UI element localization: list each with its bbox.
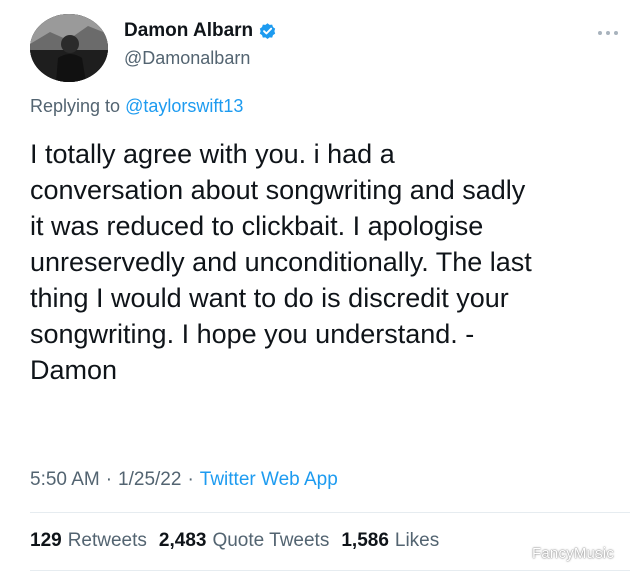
divider bbox=[30, 570, 630, 571]
replying-prefix: Replying to bbox=[30, 96, 121, 116]
quote-tweets-count: 2,483 bbox=[158, 530, 207, 551]
likes-label: Likes bbox=[394, 530, 440, 551]
author-name-row: Damon Albarn bbox=[124, 18, 277, 44]
quote-tweets-label: Quote Tweets bbox=[212, 530, 330, 551]
verified-badge-icon bbox=[258, 22, 277, 41]
more-options-icon[interactable] bbox=[596, 28, 620, 38]
retweets-count: 129 bbox=[30, 530, 62, 551]
likes-count: 1,586 bbox=[341, 530, 389, 551]
avatar[interactable] bbox=[30, 14, 108, 82]
replying-to-line: Replying to @taylorswift13 bbox=[30, 96, 243, 117]
retweets-stat[interactable]: 129 Retweets bbox=[30, 530, 147, 552]
meta-separator: · bbox=[187, 469, 194, 490]
tweet-card: Damon Albarn @Damonalbarn Replying to @t… bbox=[0, 0, 640, 575]
tweet-text: I totally agree with you. i had a conver… bbox=[30, 139, 532, 385]
author-handle[interactable]: @Damonalbarn bbox=[124, 48, 250, 69]
tweet-time[interactable]: 5:50 AM bbox=[30, 469, 100, 491]
meta-separator: · bbox=[105, 469, 113, 490]
tweet-stats: 129 Retweets 2,483 Quote Tweets 1,586 Li… bbox=[30, 530, 451, 552]
tweet-meta: 5:50 AM · 1/25/22 · Twitter Web App bbox=[30, 469, 338, 491]
quote-tweets-stat[interactable]: 2,483 Quote Tweets bbox=[159, 530, 329, 552]
author-display-name[interactable]: Damon Albarn bbox=[124, 20, 253, 42]
watermark: FancyMusic bbox=[532, 545, 615, 562]
reply-mention-link[interactable]: @taylorswift13 bbox=[125, 96, 243, 116]
likes-stat[interactable]: 1,586 Likes bbox=[341, 530, 439, 552]
divider bbox=[30, 512, 630, 513]
retweets-label: Retweets bbox=[67, 530, 147, 551]
tweet-source-link[interactable]: Twitter Web App bbox=[200, 469, 338, 491]
avatar-photo bbox=[30, 14, 108, 82]
tweet-date[interactable]: 1/25/22 bbox=[118, 469, 181, 491]
